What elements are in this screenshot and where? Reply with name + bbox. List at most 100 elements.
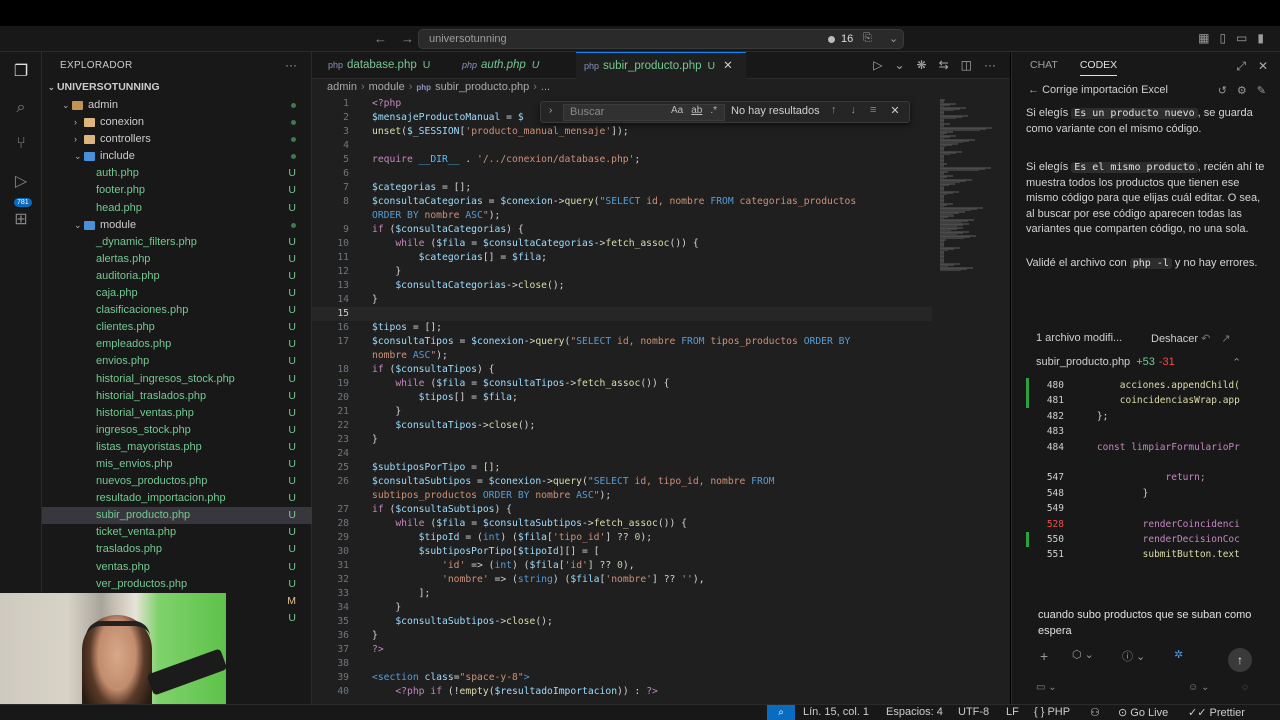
code-line[interactable]: 6 — [312, 167, 932, 181]
tab-codex[interactable]: CODEX — [1079, 59, 1118, 76]
tab-subir-producto[interactable]: php subir_producto.php U ✕ — [576, 52, 746, 79]
folder-item[interactable]: ⌄ admin — [42, 97, 312, 114]
indentation[interactable]: Espacios: 4 — [886, 706, 943, 718]
ai-icon[interactable]: ❋ — [917, 58, 927, 72]
code-line[interactable]: 37 ?> — [312, 643, 932, 657]
code-view[interactable]: 1 <?php 2 $mensajeProductoManual = $ 3 unset(… — [312, 97, 932, 699]
file-item[interactable]: ingresos_stock.php U — [42, 422, 312, 439]
command-center[interactable]: universotunning 16 ⎘ ⌄ — [418, 29, 904, 49]
folder-item[interactable]: › conexion — [42, 114, 312, 131]
file-item[interactable]: resultado_importacion.php U — [42, 490, 312, 507]
chevron-down-icon[interactable]: ⌄ — [894, 58, 904, 72]
code-line[interactable]: 23} — [312, 433, 932, 447]
run-icon[interactable]: ▷ — [873, 58, 882, 72]
code-line[interactable]: 34 } — [312, 601, 932, 615]
computer-icon[interactable]: ▭ ⌄ — [1036, 682, 1057, 693]
code-line[interactable]: 14} — [312, 293, 932, 307]
code-line[interactable]: 18 if ($consultaTipos) { — [312, 363, 932, 377]
toggle-replace-icon[interactable]: › — [549, 105, 552, 116]
file-item[interactable]: historial_traslados.php U — [42, 388, 312, 405]
more-actions-icon[interactable]: ··· — [285, 58, 297, 72]
minimap[interactable] — [932, 97, 1010, 704]
file-item[interactable]: ticket_venta.php U — [42, 524, 312, 541]
code-line[interactable]: 32 'nombre' => (string) ($fila['nombre']… — [312, 573, 932, 587]
file-item[interactable]: subir_producto.php U — [42, 507, 312, 525]
find-in-selection-icon[interactable]: ≡ — [870, 104, 876, 117]
chevron-down-icon[interactable]: ⌄ — [889, 32, 898, 45]
remote-indicator[interactable]: ⌕ — [767, 705, 795, 720]
split-editor-icon[interactable]: ◫ — [961, 58, 972, 72]
file-item[interactable]: nuevos_productos.php U — [42, 473, 312, 490]
undo-button[interactable]: Deshacer ↶ ↗ — [1151, 332, 1231, 345]
code-line[interactable]: 38 — [312, 657, 932, 671]
folder-item[interactable]: › controllers — [42, 131, 312, 148]
toggle-panel-icon[interactable]: ▭ — [1236, 31, 1247, 45]
explorer-icon[interactable]: ❐ — [11, 62, 31, 82]
thread-title[interactable]: ← Corrige importación Excel — [1028, 84, 1168, 96]
file-item[interactable]: ventas.php U — [42, 559, 312, 576]
code-line[interactable]: 33 ]; — [312, 587, 932, 601]
file-item[interactable]: clasificaciones.php U — [42, 302, 312, 319]
code-line[interactable]: 27 if ($consultaSubtipos) { — [312, 503, 932, 517]
source-control-icon[interactable]: ⑂ — [11, 134, 31, 154]
copilot-icon[interactable]: ⚇ — [1090, 706, 1100, 719]
compare-icon[interactable]: ⇆ — [939, 58, 949, 72]
file-item[interactable]: auth.php U — [42, 165, 312, 182]
file-item[interactable]: mis_envios.php U — [42, 456, 312, 473]
match-case-icon[interactable]: Aa — [671, 105, 683, 116]
code-line[interactable]: 24 — [312, 447, 932, 461]
code-line[interactable]: 12 } — [312, 265, 932, 279]
line-ending[interactable]: LF — [1006, 706, 1019, 718]
search-icon[interactable]: ⌕ — [11, 98, 31, 118]
code-line[interactable]: 3 unset($_SESSION['producto_manual_mensaj… — [312, 125, 932, 139]
close-tab-icon[interactable]: ✕ — [723, 60, 733, 72]
file-item[interactable]: clientes.php U — [42, 319, 312, 336]
code-line[interactable]: 13 $consultaCategorias->close(); — [312, 279, 932, 293]
close-icon[interactable]: ✕ — [890, 104, 899, 117]
file-item[interactable]: envios.php U — [42, 353, 312, 370]
go-live-button[interactable]: ⊙ Go Live — [1118, 706, 1168, 719]
code-line[interactable]: 5 require __DIR__ . '/../conexion/databas… — [312, 153, 932, 167]
file-item[interactable]: empleados.php U — [42, 336, 312, 353]
breadcrumb-item[interactable]: subir_producto.php — [435, 81, 529, 95]
code-line[interactable]: 10 while ($fila = $consultaCategorias->f… — [312, 237, 932, 251]
breadcrumb-item[interactable]: admin — [327, 81, 357, 95]
toggle-secondary-sidebar-icon[interactable]: ▮ — [1257, 31, 1264, 45]
maximize-icon[interactable]: ⤢ — [1236, 59, 1246, 74]
run-debug-icon[interactable]: ▷ — [11, 172, 31, 192]
encoding[interactable]: UTF-8 — [958, 706, 989, 718]
match-word-icon[interactable]: ab — [691, 105, 702, 116]
gear-icon[interactable]: ⚙ — [1237, 84, 1247, 97]
code-line[interactable]: 36} — [312, 629, 932, 643]
new-thread-icon[interactable]: ✎ — [1257, 84, 1266, 97]
breadcrumb-item[interactable]: ... — [541, 81, 550, 95]
tab-database[interactable]: php database.php U — [320, 52, 448, 79]
file-item[interactable]: auditoria.php U — [42, 268, 312, 285]
file-item[interactable]: _dynamic_filters.php U — [42, 234, 312, 251]
code-line[interactable]: 25 $subtiposPorTipo = []; — [312, 461, 932, 475]
code-line[interactable]: 9 if ($consultaCategorias) { — [312, 223, 932, 237]
code-line[interactable]: 17 $consultaTipos = $conexion->query("SEL… — [312, 335, 932, 349]
code-line[interactable]: 40 <?php if (!empty($resultadoImportacio… — [312, 685, 932, 699]
file-item[interactable]: caja.php U — [42, 285, 312, 302]
language-mode[interactable]: { } PHP — [1034, 706, 1070, 718]
code-line[interactable]: 26 $consultaSubtipos = $conexion->query("… — [312, 475, 932, 489]
code-line[interactable]: 39 <section class="space-y-8"> — [312, 671, 932, 685]
code-line[interactable]: 30 $subtiposPorTipo[$tipoId][] = [ — [312, 545, 932, 559]
breadcrumb-item[interactable]: module — [369, 81, 405, 95]
code-line[interactable]: ORDER BY nombre ASC"); — [312, 209, 932, 223]
cursor-position[interactable]: Lín. 15, col. 1 — [803, 706, 869, 718]
prettier-status[interactable]: ✓✓ Prettier — [1188, 706, 1245, 719]
tab-chat[interactable]: CHAT — [1030, 59, 1058, 76]
code-line[interactable]: 4 — [312, 139, 932, 153]
diff-summary[interactable]: 1 archivo modifi... — [1036, 332, 1122, 344]
toggle-sidebar-icon[interactable]: ▯ — [1219, 31, 1226, 45]
send-button[interactable]: ↑ — [1228, 648, 1252, 672]
forward-arrow-icon[interactable]: → — [401, 31, 414, 46]
file-item[interactable]: ver_productos.php U — [42, 576, 312, 593]
chat-bubble-icon[interactable]: ⎘ — [863, 32, 872, 45]
workspace-root[interactable]: ⌄ UNIVERSOTUNNING — [48, 81, 160, 93]
more-actions-icon[interactable]: ··· — [984, 58, 996, 72]
code-line[interactable]: 22 $consultaTipos->close(); — [312, 419, 932, 433]
previous-match-icon[interactable]: ↑ — [831, 104, 837, 117]
